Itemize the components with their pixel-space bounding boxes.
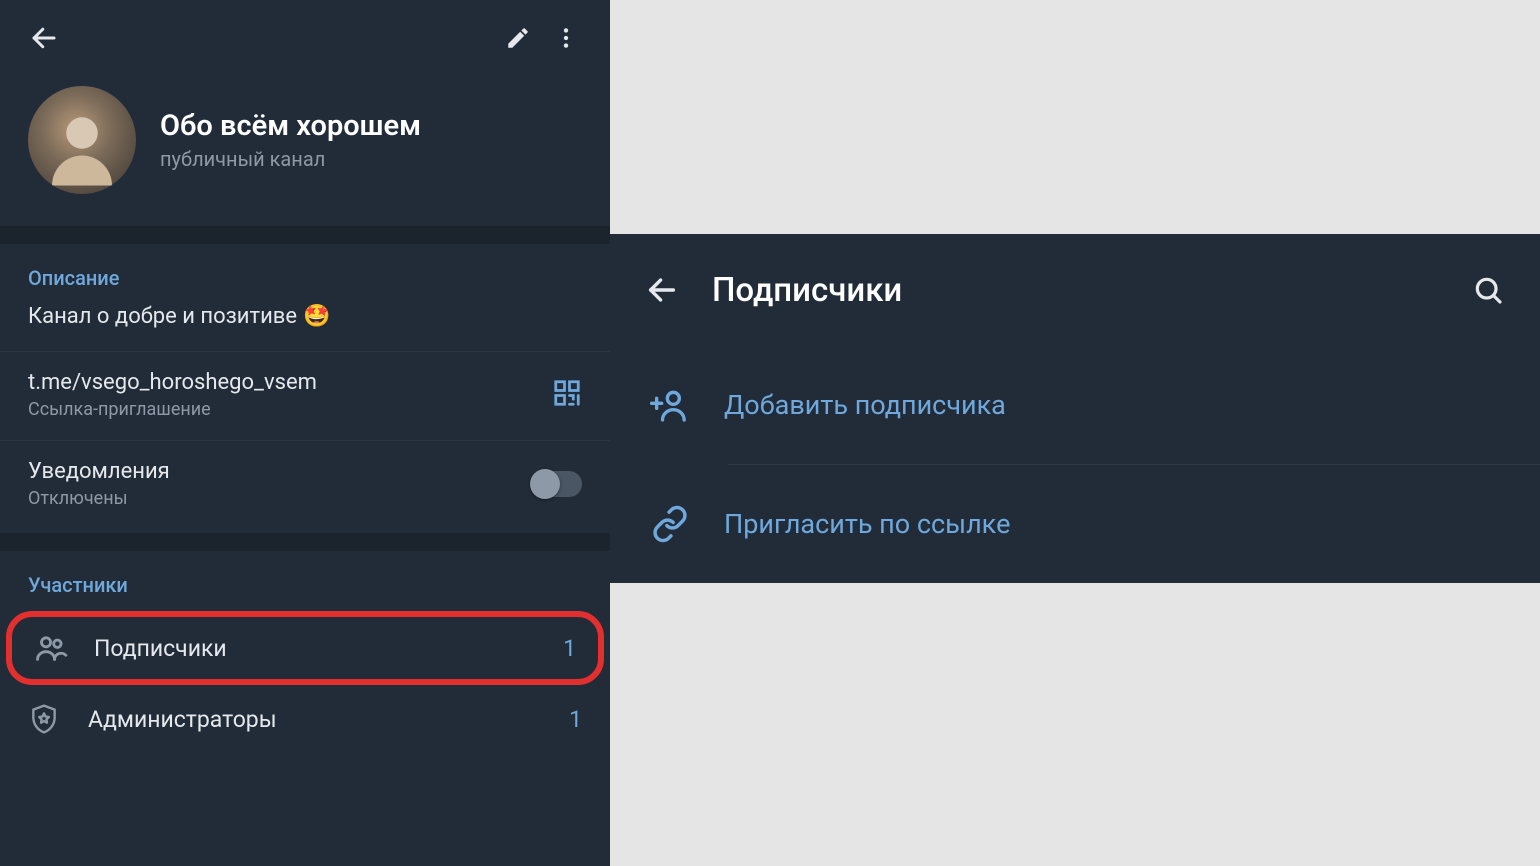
more-vertical-icon (553, 25, 579, 51)
administrators-count: 1 (569, 706, 582, 733)
members-section: Участники (0, 551, 610, 611)
shield-star-icon (28, 703, 60, 735)
pencil-icon (505, 25, 531, 51)
section-divider (0, 226, 610, 244)
edit-button[interactable] (494, 14, 542, 62)
channel-header[interactable]: Обо всём хорошем публичный канал (0, 76, 610, 226)
subscribers-label: Подписчики (94, 635, 563, 662)
description-title: Описание (28, 266, 582, 290)
notifications-title: Уведомления (28, 459, 532, 484)
description-text: Канал о добре и позитиве 🤩 (28, 304, 582, 329)
qr-button[interactable] (552, 378, 582, 412)
add-subscriber-label: Добавить подписчика (724, 389, 1006, 421)
channel-type: публичный канал (160, 147, 421, 171)
back-button[interactable] (638, 266, 686, 314)
administrators-label: Администраторы (88, 706, 569, 733)
notifications-row[interactable]: Уведомления Отключены (0, 440, 610, 533)
add-subscriber-row[interactable]: Добавить подписчика (610, 346, 1540, 464)
subscribers-count: 1 (563, 635, 576, 662)
administrators-row[interactable]: Администраторы 1 (0, 685, 610, 753)
channel-header-text: Обо всём хорошем публичный канал (160, 109, 421, 171)
back-button[interactable] (20, 14, 68, 62)
avatar-placeholder-icon (37, 103, 127, 193)
arrow-left-icon (645, 273, 679, 307)
search-button[interactable] (1464, 266, 1512, 314)
add-person-icon (650, 385, 690, 425)
link-icon (651, 505, 689, 543)
channel-avatar[interactable] (28, 86, 136, 194)
notifications-state: Отключены (28, 488, 532, 509)
invite-by-link-row[interactable]: Пригласить по ссылке (610, 465, 1540, 583)
description-text-value: Канал о добре и позитиве (28, 304, 297, 329)
section-divider (0, 533, 610, 551)
members-title: Участники (28, 573, 582, 597)
channel-info-screen: Обо всём хорошем публичный канал Описани… (0, 0, 610, 866)
subscribers-topbar: Подписчики (610, 234, 1540, 346)
toggle-knob (530, 469, 560, 499)
subscribers-screen: Подписчики Добавить подписчика Пригласит… (610, 234, 1540, 583)
people-icon (34, 631, 68, 665)
more-button[interactable] (542, 14, 590, 62)
arrow-left-icon (29, 23, 59, 53)
subscribers-screen-container: Подписчики Добавить подписчика Пригласит… (610, 0, 1540, 866)
subscribers-row[interactable]: Подписчики 1 (6, 611, 604, 685)
invite-link-row[interactable]: t.me/vsego_horoshego_vsem Ссылка-приглаш… (0, 351, 610, 428)
topbar (0, 0, 610, 76)
description-section: Описание Канал о добре и позитиве 🤩 (0, 244, 610, 333)
channel-name: Обо всём хорошем (160, 109, 421, 143)
heart-eyes-emoji: 🤩 (303, 304, 330, 329)
notifications-toggle[interactable] (532, 471, 582, 497)
subscribers-title: Подписчики (712, 271, 1464, 310)
blank-area (610, 0, 1540, 234)
invite-by-link-label: Пригласить по ссылке (724, 508, 1010, 540)
search-icon (1472, 274, 1504, 306)
invite-link-caption: Ссылка-приглашение (28, 399, 552, 420)
invite-link-url: t.me/vsego_horoshego_vsem (28, 370, 552, 395)
qr-icon (552, 378, 582, 408)
